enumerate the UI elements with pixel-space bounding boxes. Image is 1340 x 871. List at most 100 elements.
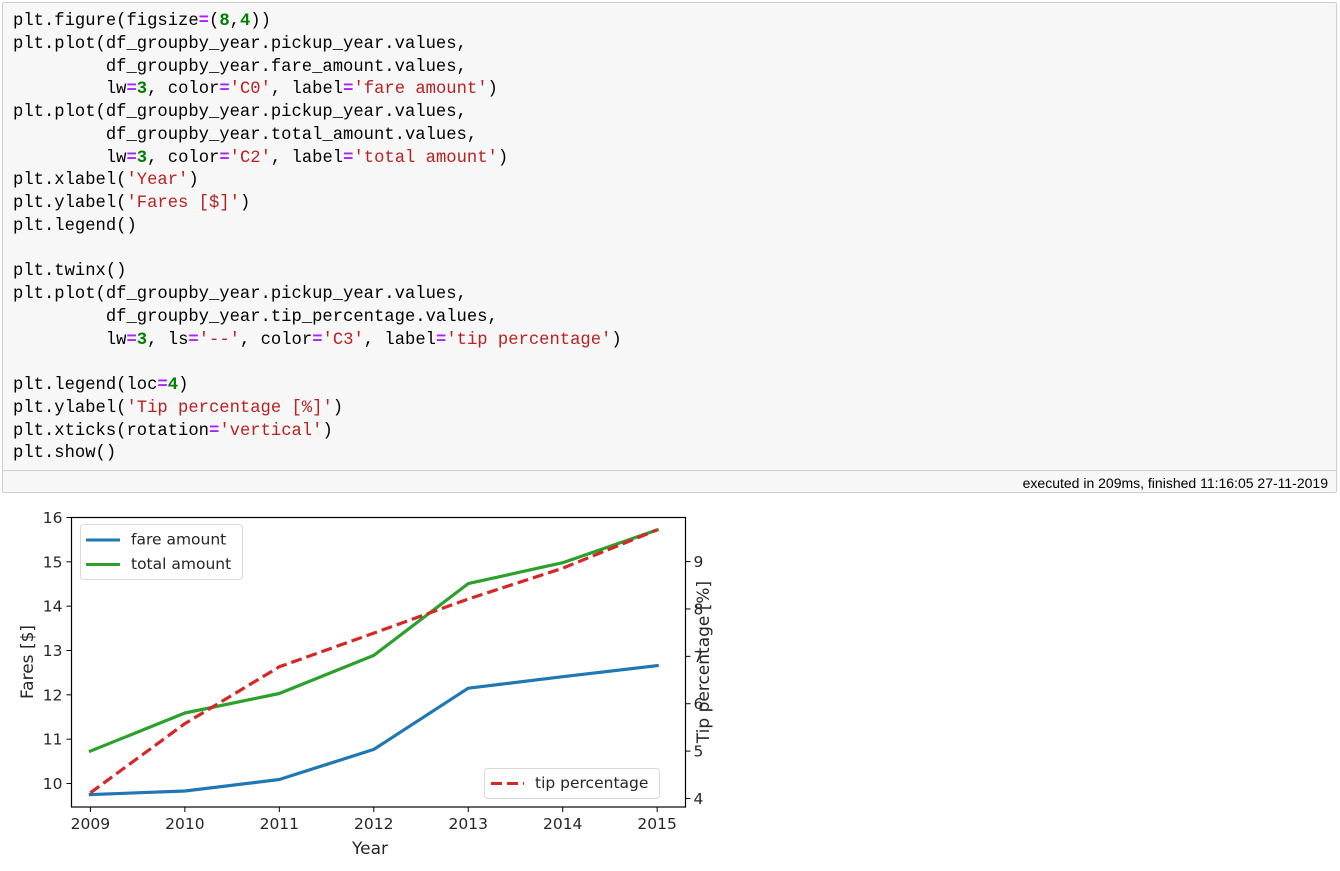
code-line: plt.show() [13,443,622,466]
code-token: df_groupby_year.tip_percentage.values, [13,307,498,327]
code-line: plt.figure(figsize=(8,4)) [13,11,622,34]
code-token: , [229,12,240,31]
code-token: plt.plot(df_groupby_year.pickup_year.val… [13,34,467,54]
code-token: = [198,12,209,31]
code-token: df_groupby_year.fare_amount.values, [13,57,467,77]
code-token: lw [13,148,127,168]
code-token: = [343,80,354,100]
code-cell[interactable]: plt.figure(figsize=(8,4)) plt.plot(df_gro… [2,2,1337,493]
code-token: , color [147,80,220,100]
code-line: plt.plot(df_groupby_year.pickup_year.val… [13,102,622,125]
code-token: ) [188,171,199,191]
code-token: , color [147,148,220,168]
code-token: lw [13,330,127,350]
code-token: 'total amount' [353,148,498,168]
code-token: , label [270,80,344,100]
code-line: plt.plot(df_groupby_year.pickup_year.val… [13,34,622,57]
code-line: plt.twinx() [13,261,622,284]
code-token: 'C0' [229,80,271,100]
code-token: plt.figure(figsize [13,12,199,31]
code-line: plt.legend() [13,216,622,239]
code-token: plt.show() [13,444,117,464]
left-y-axis-label: Fares [$] [18,625,38,699]
code-token: '--' [198,330,240,350]
code-token: = [343,148,354,168]
code-token: = [126,330,137,350]
code-token: plt.xticks(rotation [13,421,209,441]
right-y-tick-label: 4 [694,790,704,808]
code-editor[interactable]: plt.figure(figsize=(8,4)) plt.plot(df_gro… [13,11,622,466]
code-token: df_groupby_year.total_amount.values, [13,125,478,145]
code-line: plt.plot(df_groupby_year.pickup_year.val… [13,284,622,307]
x-tick-label: 2010 [165,815,204,833]
code-token: ) [322,421,333,441]
code-token: , label [363,330,436,350]
code-token: 'tip percentage' [446,330,612,350]
legend-top-left: fare amount total amount [80,524,243,580]
code-token: plt.legend() [13,216,137,236]
code-line: df_groupby_year.fare_amount.values, [13,57,622,80]
code-token: 'C3' [322,330,364,350]
code-token: 3 [136,330,148,350]
left-y-tick-label: 11 [43,731,63,749]
legend-bottom-right: tip percentage [484,768,660,799]
code-token: )) [250,12,271,31]
x-tick-label: 2015 [637,815,676,833]
line-chart: 2009 2010 2011 2012 2013 2014 2015 10111213141… [18,509,714,859]
right-y-tick-label: 9 [694,553,704,571]
code-token: ) [239,194,251,213]
code-token: plt.ylabel( [13,194,127,213]
legend-label-total-amount: total amount [131,555,231,573]
legend-label-tip-percentage: tip percentage [535,774,648,792]
x-axis-label: Year [351,839,388,859]
execution-info-bar: executed in 209ms, finished 11:16:05 27-… [3,470,1336,493]
code-token: 'Fares [$]' [126,194,240,213]
x-tick-label: 2011 [260,815,299,833]
x-tick-label: 2012 [354,815,393,833]
code-token: ) [611,330,622,350]
x-ticks: 2009 2010 2011 2012 2013 2014 2015 [71,807,677,833]
code-token: = [435,330,447,350]
code-line: df_groupby_year.tip_percentage.values, [13,307,622,330]
x-tick-label: 2014 [543,815,582,833]
code-token: = [219,148,230,168]
code-token: 3 [136,80,148,100]
code-token: 4 [167,376,179,395]
left-y-tick-label: 15 [43,553,63,571]
code-token: plt.xlabel( [13,171,127,191]
execution-info: executed in 209ms, finished 11:16:05 27-… [1022,475,1328,491]
code-token: 'C2' [229,148,271,168]
code-token: = [312,330,323,350]
code-token: , ls [147,330,189,350]
code-line: plt.legend(loc=4) [13,375,622,398]
left-y-ticks: 10 11 12 13 14 15 16 [43,509,72,793]
code-token: 'fare amount' [353,80,488,100]
left-y-tick-label: 16 [43,509,63,527]
code-token: plt.legend(loc [13,376,158,395]
code-token: , color [239,330,313,350]
code-token: 'vertical' [219,421,323,441]
code-line: plt.ylabel('Tip percentage [%]') [13,398,622,421]
code-token: = [157,376,168,395]
left-y-tick-label: 10 [43,775,63,793]
left-y-tick-label: 12 [43,686,63,704]
code-token: 'Year' [126,171,189,191]
code-token: ) [497,148,509,168]
right-y-axis-label: Tip percentage [%] [694,581,714,744]
x-tick-label: 2013 [449,815,488,833]
left-y-tick-label: 14 [43,598,63,616]
code-line: df_groupby_year.total_amount.values, [13,125,622,148]
code-token: lw [13,80,127,100]
code-token: 4 [239,12,251,31]
code-line: lw=3, color='C0', label='fare amount') [13,79,622,102]
code-line: lw=3, color='C2', label='total amount') [13,148,622,171]
x-tick-label: 2009 [71,815,110,833]
code-token: = [208,421,220,441]
code-token: = [219,80,230,100]
code-token: plt.plot(df_groupby_year.pickup_year.val… [13,103,467,122]
left-y-tick-label: 13 [43,642,63,660]
code-token: plt.ylabel( [13,398,127,418]
code-token: ( [208,12,220,31]
